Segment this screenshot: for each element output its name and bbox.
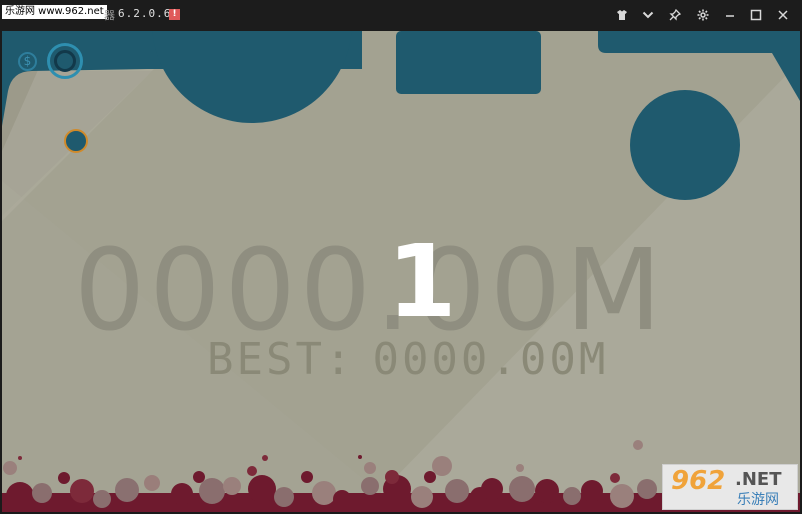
maximize-icon[interactable] bbox=[746, 6, 766, 24]
version-label: 6.2.0.6 bbox=[118, 7, 172, 20]
coin-button[interactable]: $ bbox=[18, 52, 37, 71]
best-value: 0000.00M bbox=[372, 334, 609, 385]
pin-icon[interactable] bbox=[665, 6, 685, 24]
minimize-icon[interactable] bbox=[720, 6, 740, 24]
player-ball bbox=[64, 129, 88, 153]
watermark-badge: 乐游网 www.962.net bbox=[2, 5, 107, 19]
big-circle-platform bbox=[152, 31, 352, 123]
gear-icon[interactable] bbox=[693, 6, 713, 24]
app-window: 乐游网 www.962.net 器 6.2.0.6 ! 0000.00M BES… bbox=[0, 0, 802, 514]
title-bar: 乐游网 www.962.net 器 6.2.0.6 ! bbox=[0, 0, 802, 31]
watermark-number: 962 bbox=[671, 466, 726, 496]
best-label: BEST: bbox=[207, 334, 355, 385]
close-icon[interactable] bbox=[773, 6, 793, 24]
watermark-logo: 962 .NET 乐游网 bbox=[662, 464, 798, 510]
watermark-site-name: 乐游网 bbox=[737, 492, 779, 508]
right-circle-obstacle bbox=[630, 90, 740, 200]
app-title: 器 bbox=[104, 9, 115, 22]
game-canvas[interactable]: 0000.00M BEST: 0000.00M 1 $ 962 .NET 乐游网 bbox=[2, 31, 800, 512]
ring-inner-icon bbox=[54, 50, 76, 72]
countdown-number: 1 bbox=[387, 223, 457, 340]
watermark-suffix: .NET bbox=[735, 469, 782, 490]
chevron-down-icon[interactable] bbox=[638, 6, 658, 24]
alert-badge[interactable]: ! bbox=[169, 9, 180, 20]
top-center-block bbox=[396, 31, 541, 94]
top-right-bar bbox=[598, 31, 800, 53]
ring-button[interactable] bbox=[47, 43, 83, 79]
best-score: BEST: 0000.00M bbox=[207, 334, 608, 385]
shirt-icon[interactable] bbox=[612, 6, 632, 24]
